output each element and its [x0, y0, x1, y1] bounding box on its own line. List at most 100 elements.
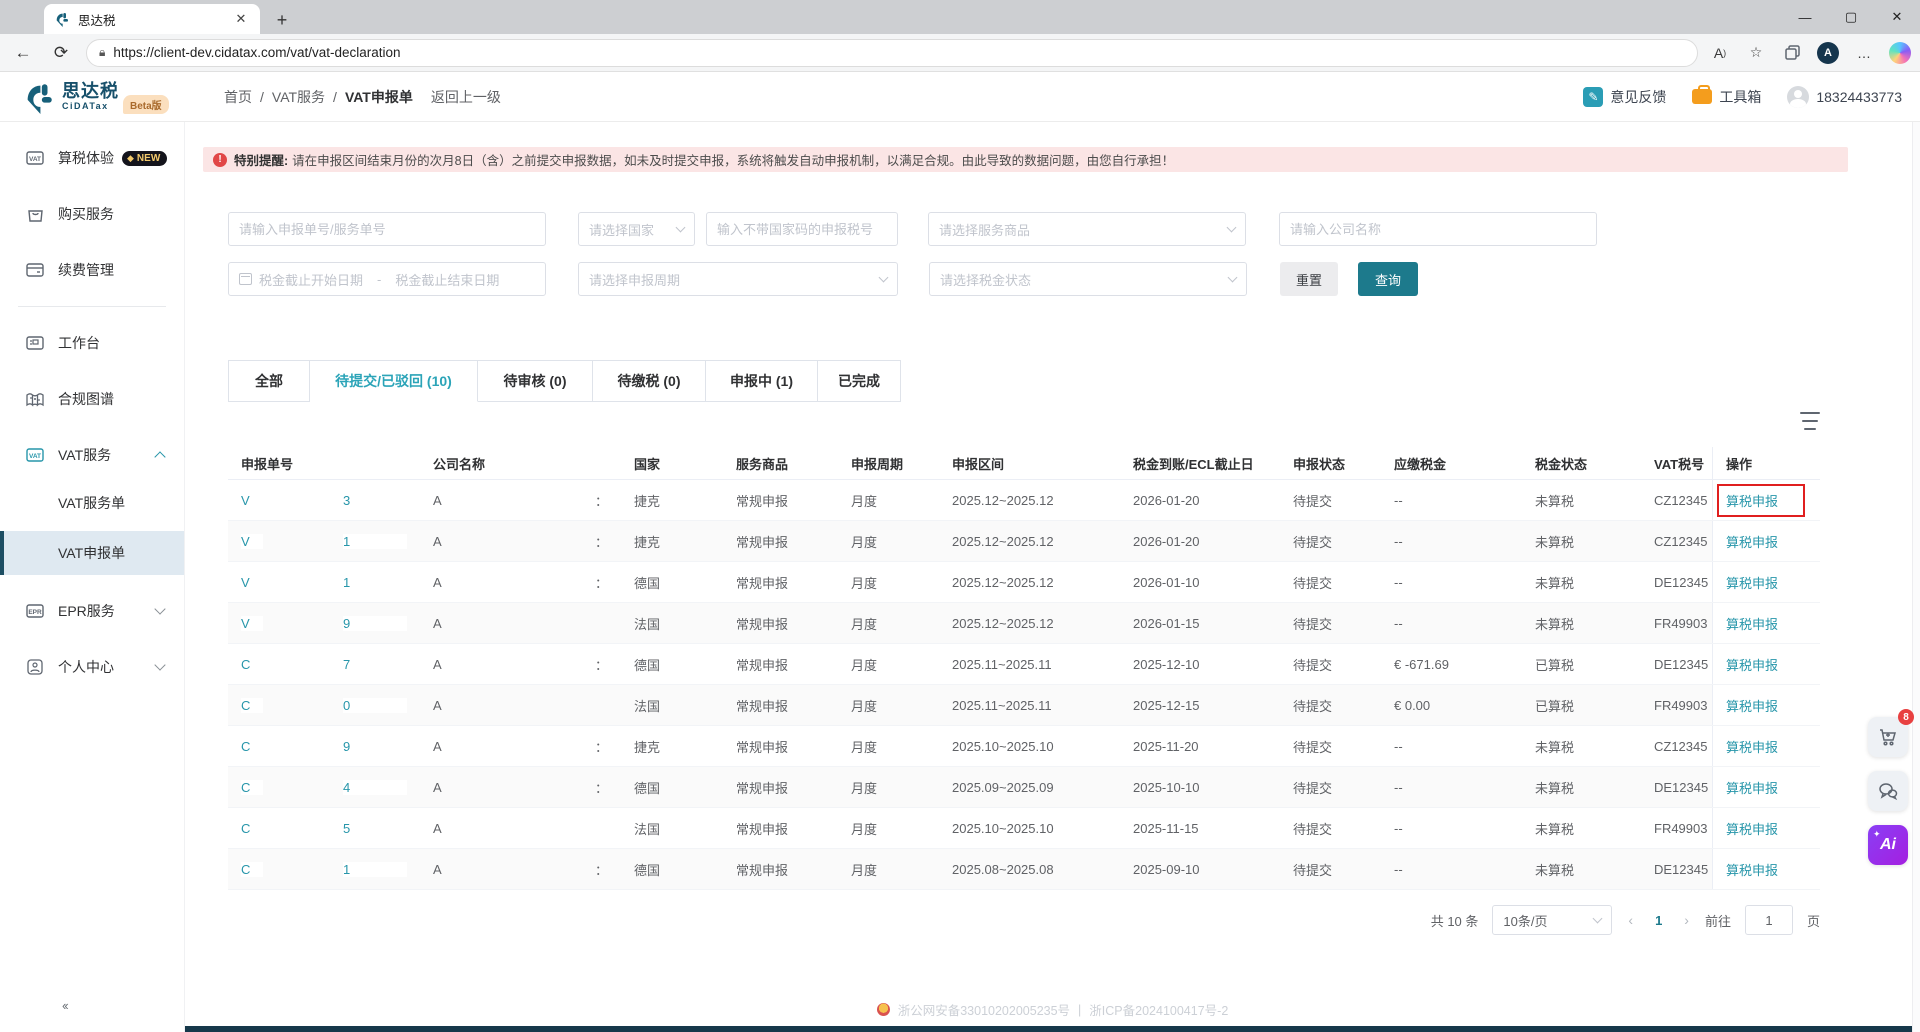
page-size-select[interactable]: 10条/页: [1492, 905, 1612, 935]
calc-declare-link[interactable]: 算税申报: [1726, 532, 1778, 551]
breadcrumb-item[interactable]: VAT申报单: [345, 87, 413, 107]
cell-declaration-no[interactable]: V 1: [228, 562, 420, 602]
sidebar-item[interactable]: 购买服务: [0, 194, 184, 234]
tab-item[interactable]: 待缴税 (0): [593, 360, 706, 402]
company-fragment: ：: [595, 573, 608, 592]
browser-profile-avatar[interactable]: A: [1814, 39, 1842, 67]
tab-active[interactable]: 待提交/已驳回 (10): [310, 360, 478, 402]
table-row: V 3 A ： 捷克 常规申报 月度 2025.12~2025.12 2026-…: [228, 480, 1820, 521]
calc-declare-link[interactable]: 算税申报: [1726, 696, 1778, 715]
collections-icon[interactable]: [1778, 39, 1806, 67]
calc-declare-link[interactable]: 算税申报: [1726, 778, 1778, 797]
refresh-button[interactable]: ⟳: [46, 38, 76, 68]
sidebar-item[interactable]: 工作台: [0, 323, 184, 363]
calc-declare-link[interactable]: 算税申报: [1726, 737, 1778, 756]
breadcrumb-item[interactable]: 首页: [224, 87, 252, 107]
sidebar-item[interactable]: 续费管理: [0, 250, 184, 290]
svg-text:VAT: VAT: [29, 156, 41, 163]
calc-declare-link[interactable]: 算税申报: [1726, 819, 1778, 838]
calc-declare-link[interactable]: 算税申报: [1726, 614, 1778, 633]
filter-input[interactable]: [228, 212, 546, 246]
icp-record[interactable]: 浙ICP备2024100417号-2: [1089, 1000, 1228, 1019]
calc-declare-link[interactable]: 算税申报: [1726, 573, 1778, 592]
tab-item[interactable]: 申报中 (1): [706, 360, 818, 402]
logo[interactable]: 思达税 CiDATax Beta版: [22, 80, 200, 114]
sidebar-item[interactable]: VAT 算税体验◆NEW: [0, 138, 184, 178]
favorite-star-icon[interactable]: ☆: [1742, 39, 1770, 67]
read-aloud-icon[interactable]: A): [1706, 39, 1734, 67]
declaration-no-fragment: 9: [343, 739, 407, 754]
breadcrumb-separator: /: [333, 89, 337, 105]
tab-item[interactable]: 已完成: [818, 360, 901, 402]
browser-toolbar: ← ⟳ 🔒︎ https://client-dev.cidatax.com/va…: [0, 34, 1920, 72]
sidebar-collapse-icon[interactable]: ‹‹: [62, 998, 84, 1014]
ai-assistant-button[interactable]: ✦ Ai: [1868, 825, 1908, 865]
tab-item[interactable]: 全部: [228, 360, 310, 402]
scrollbar[interactable]: [1912, 122, 1920, 1032]
tab-item[interactable]: 待审核 (0): [478, 360, 593, 402]
cell-declaration-no[interactable]: C 4: [228, 767, 420, 807]
goto-page-input[interactable]: [1745, 905, 1793, 935]
account-menu[interactable]: 18324433773: [1787, 86, 1902, 108]
copilot-icon[interactable]: [1886, 39, 1914, 67]
address-bar[interactable]: 🔒︎ https://client-dev.cidatax.com/vat/va…: [86, 39, 1698, 67]
browser-menu-icon[interactable]: …: [1850, 39, 1878, 67]
next-page-button[interactable]: ›: [1682, 912, 1691, 928]
new-tab-button[interactable]: +: [268, 6, 296, 34]
sidebar-item[interactable]: 个人中心: [0, 647, 184, 687]
cell-declaration-no[interactable]: C 5: [228, 808, 420, 848]
cart-button[interactable]: 8: [1868, 717, 1908, 757]
column-header: 申报周期: [838, 447, 939, 479]
cell-declaration-no[interactable]: V 3: [228, 480, 420, 520]
tab-close-icon[interactable]: ✕: [232, 11, 250, 27]
filter-input[interactable]: [1290, 222, 1586, 237]
filter-select[interactable]: 请选择申报周期: [578, 262, 898, 296]
toolbox-button[interactable]: 工具箱: [1692, 87, 1761, 107]
filter-input[interactable]: [717, 222, 887, 237]
sidebar-subitem[interactable]: VAT服务单: [0, 481, 184, 525]
cell-vat-no: CZ12345: [1641, 521, 1712, 561]
workbench-icon: [26, 334, 44, 352]
date-range-picker[interactable]: 税金截止开始日期 - 税金截止结束日期: [228, 262, 546, 296]
toolbox-icon: [1692, 89, 1712, 104]
calc-declare-link[interactable]: 算税申报: [1726, 860, 1778, 879]
column-settings-icon[interactable]: [1800, 412, 1820, 430]
filter-input[interactable]: [239, 222, 535, 237]
reset-button[interactable]: 重置: [1280, 262, 1338, 296]
sidebar-item[interactable]: 合规图谱: [0, 379, 184, 419]
current-page[interactable]: 1: [1649, 913, 1668, 928]
cell-declaration-no[interactable]: C 9: [228, 726, 420, 766]
cell-declaration-no[interactable]: C 0: [228, 685, 420, 725]
calc-declare-link[interactable]: 算税申报: [1726, 655, 1778, 674]
window-close-button[interactable]: ✕: [1874, 0, 1920, 34]
filter-input[interactable]: [706, 212, 898, 246]
cart-count-badge: 8: [1898, 709, 1914, 725]
police-record[interactable]: 浙公网安备33010202005235号: [898, 1000, 1070, 1019]
back-button[interactable]: ←: [8, 38, 38, 68]
sidebar-item[interactable]: VAT VAT服务: [0, 435, 184, 475]
table-row: C 5 A 法国 常规申报 月度 2025.10~2025.10 2025-11…: [228, 808, 1820, 849]
cell-declaration-no[interactable]: V 1: [228, 521, 420, 561]
cell-declaration-no[interactable]: C 7: [228, 644, 420, 684]
chat-button[interactable]: [1868, 771, 1908, 811]
feedback-button[interactable]: ✎ 意见反馈: [1583, 87, 1666, 107]
sidebar-item[interactable]: EPR EPR服务: [0, 591, 184, 631]
declaration-no-fragment: 3: [343, 493, 407, 508]
cell-deadline: 2025-12-10: [1120, 644, 1280, 684]
browser-tab[interactable]: 思达税 ✕: [44, 4, 260, 34]
prev-page-button[interactable]: ‹: [1626, 912, 1635, 928]
filter-input[interactable]: [1279, 212, 1597, 246]
feedback-icon: ✎: [1583, 87, 1603, 107]
search-button[interactable]: 查询: [1358, 262, 1418, 296]
filter-select[interactable]: 请选择国家: [578, 212, 695, 246]
back-to-parent-link[interactable]: 返回上一级: [431, 87, 501, 107]
window-maximize-button[interactable]: ▢: [1828, 0, 1874, 34]
cell-declaration-no[interactable]: V 9: [228, 603, 420, 643]
cell-declaration-no[interactable]: C 1: [228, 849, 420, 889]
sidebar-subitem[interactable]: VAT申报单: [0, 531, 184, 575]
filter-select[interactable]: 请选择税金状态: [929, 262, 1247, 296]
url-text[interactable]: https://client-dev.cidatax.com/vat/vat-d…: [113, 45, 400, 60]
window-minimize-button[interactable]: —: [1782, 0, 1828, 34]
filter-select[interactable]: 请选择服务商品: [928, 212, 1246, 246]
breadcrumb-item[interactable]: VAT服务: [272, 87, 325, 107]
